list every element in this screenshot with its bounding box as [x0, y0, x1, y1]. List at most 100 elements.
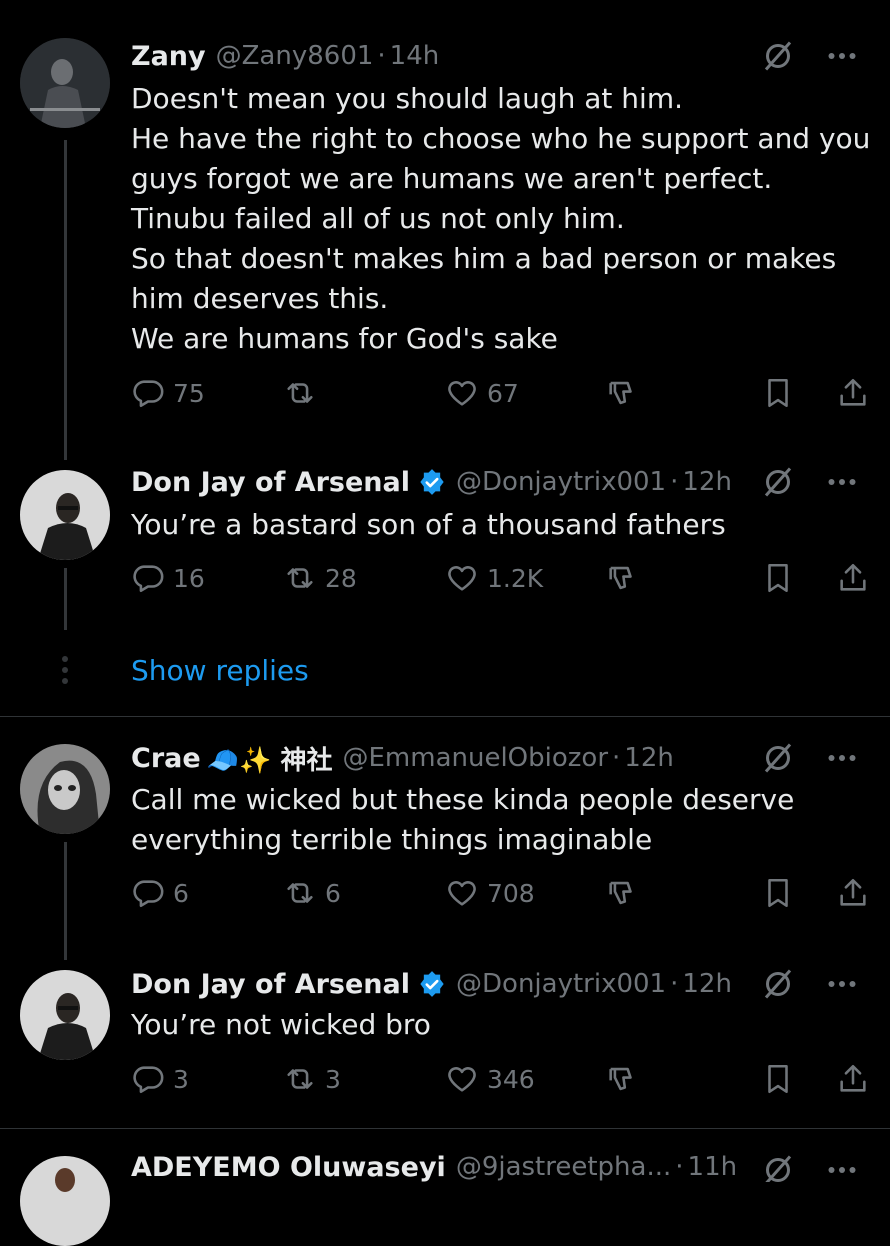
- tweet-actions: 16 28 1.2K: [131, 558, 876, 598]
- separator: ·: [670, 467, 679, 497]
- tweet-text: Doesn't mean you should laugh at him. He…: [131, 82, 871, 355]
- username[interactable]: @Zany8601: [216, 41, 374, 71]
- downvote-button[interactable]: [605, 373, 647, 413]
- timestamp[interactable]: 14h: [390, 41, 440, 71]
- bookmark-icon: [761, 876, 795, 910]
- more-icon[interactable]: [824, 1152, 860, 1182]
- downvote-icon: [605, 561, 639, 595]
- bookmark-button[interactable]: [761, 873, 803, 913]
- like-icon: [445, 561, 479, 595]
- downvote-button[interactable]: [605, 558, 647, 598]
- timestamp[interactable]: 12h: [682, 969, 732, 999]
- bookmark-icon: [761, 1062, 795, 1096]
- reply-button[interactable]: 6: [131, 873, 189, 913]
- avatar[interactable]: [20, 1156, 110, 1246]
- grok-icon[interactable]: [760, 740, 796, 776]
- more-replies-indicator: [60, 656, 70, 689]
- bookmark-button[interactable]: [761, 373, 803, 413]
- share-button[interactable]: [836, 873, 878, 913]
- display-name[interactable]: Crae: [131, 743, 201, 774]
- repost-button[interactable]: 28: [283, 558, 357, 598]
- grok-icon[interactable]: [760, 966, 796, 1002]
- username[interactable]: @Donjaytrix001: [456, 467, 666, 497]
- display-name[interactable]: Don Jay of Arsenal: [131, 467, 410, 498]
- username[interactable]: @EmmanuelObiozor: [342, 743, 608, 773]
- reply-icon: [131, 561, 165, 595]
- divider: [0, 1128, 890, 1129]
- timestamp[interactable]: 12h: [624, 743, 674, 773]
- downvote-button[interactable]: [605, 873, 647, 913]
- username[interactable]: @Donjaytrix001: [456, 969, 666, 999]
- username[interactable]: @9jastreetpha...: [456, 1152, 671, 1182]
- thread-line: [64, 842, 67, 960]
- repost-button[interactable]: [283, 373, 325, 413]
- tweet-header: ADEYEMO Oluwaseyi @9jastreetpha... · 11h: [131, 1152, 878, 1182]
- avatar[interactable]: [20, 38, 110, 128]
- more-icon[interactable]: [824, 464, 860, 500]
- like-button[interactable]: 1.2K: [445, 558, 543, 598]
- reply-button[interactable]: 3: [131, 1059, 189, 1099]
- timestamp[interactable]: 11h: [688, 1152, 738, 1182]
- tweet-text: You’re a bastard son of a thousand fathe…: [131, 508, 726, 541]
- more-icon[interactable]: [824, 740, 860, 776]
- verified-icon: [418, 970, 446, 998]
- display-name[interactable]: ADEYEMO Oluwaseyi: [131, 1152, 446, 1182]
- grok-icon[interactable]: [760, 464, 796, 500]
- avatar[interactable]: [20, 470, 110, 560]
- bookmark-button[interactable]: [761, 1059, 803, 1099]
- tweet-header: Zany @Zany8601 · 14h: [131, 38, 878, 74]
- more-icon[interactable]: [824, 38, 860, 74]
- tweet-header: Don Jay of Arsenal @Donjaytrix001 · 12h: [131, 464, 878, 500]
- tweet-text: You’re not wicked bro: [131, 1008, 431, 1041]
- avatar[interactable]: [20, 970, 110, 1060]
- repost-icon: [283, 376, 317, 410]
- tweet-text: Call me wicked but these kinda people de…: [131, 783, 795, 856]
- reply-icon: [131, 1062, 165, 1096]
- share-button[interactable]: [836, 1059, 878, 1099]
- verified-icon: [418, 468, 446, 496]
- like-icon: [445, 876, 479, 910]
- share-icon: [836, 376, 870, 410]
- separator: ·: [612, 743, 621, 773]
- display-name-suffix: 🧢✨ 神社: [206, 745, 333, 776]
- repost-icon: [283, 876, 317, 910]
- tweet-header: Crae 🧢✨ 神社 @EmmanuelObiozor · 12h: [131, 740, 878, 776]
- share-button[interactable]: [836, 373, 878, 413]
- grok-icon[interactable]: [760, 38, 796, 74]
- more-icon[interactable]: [824, 966, 860, 1002]
- like-icon: [445, 376, 479, 410]
- show-replies-link[interactable]: Show replies: [131, 654, 309, 687]
- like-button[interactable]: 67: [445, 373, 519, 413]
- downvote-icon: [605, 876, 639, 910]
- display-name[interactable]: Don Jay of Arsenal: [131, 969, 410, 1000]
- bookmark-icon: [761, 561, 795, 595]
- like-icon: [445, 1062, 479, 1096]
- share-button[interactable]: [836, 558, 878, 598]
- tweet-actions: 6 6 708: [131, 873, 876, 913]
- separator: ·: [675, 1152, 684, 1182]
- repost-icon: [283, 1062, 317, 1096]
- repost-button[interactable]: 3: [283, 1059, 341, 1099]
- reply-button[interactable]: 16: [131, 558, 205, 598]
- like-button[interactable]: 708: [445, 873, 535, 913]
- like-button[interactable]: 346: [445, 1059, 535, 1099]
- tweet-header: Don Jay of Arsenal @Donjaytrix001 · 12h: [131, 966, 878, 1002]
- timestamp[interactable]: 12h: [682, 467, 732, 497]
- share-icon: [836, 1062, 870, 1096]
- separator: ·: [670, 969, 679, 999]
- downvote-button[interactable]: [605, 1059, 647, 1099]
- share-icon: [836, 876, 870, 910]
- bookmark-button[interactable]: [761, 558, 803, 598]
- divider: [0, 716, 890, 717]
- bookmark-icon: [761, 376, 795, 410]
- repost-button[interactable]: 6: [283, 873, 341, 913]
- share-icon: [836, 561, 870, 595]
- reply-icon: [131, 876, 165, 910]
- grok-icon[interactable]: [760, 1152, 796, 1182]
- downvote-icon: [605, 1062, 639, 1096]
- avatar[interactable]: [20, 744, 110, 834]
- reply-button[interactable]: 75: [131, 373, 205, 413]
- tweet-actions: 3 3 346: [131, 1059, 876, 1099]
- tweet-actions: 75 67: [131, 373, 876, 413]
- display-name[interactable]: Zany: [131, 41, 206, 72]
